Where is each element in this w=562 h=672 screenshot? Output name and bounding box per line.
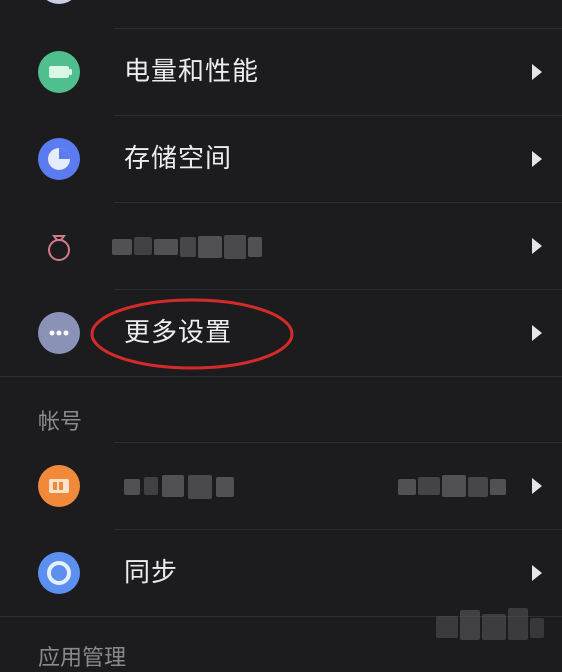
chevron-right-icon — [532, 238, 542, 254]
storage-pie-icon — [38, 138, 80, 180]
chevron-right-icon — [532, 565, 542, 581]
chevron-right-icon — [532, 478, 542, 494]
partial-icon — [38, 0, 80, 4]
battery-icon — [38, 51, 80, 93]
settings-item-account[interactable] — [0, 443, 562, 529]
settings-item-more[interactable]: 更多设置 — [0, 290, 562, 376]
chevron-right-icon — [532, 64, 542, 80]
settings-item-battery[interactable]: 电量和性能 — [0, 29, 562, 115]
settings-item-storage[interactable]: 存储空间 — [0, 116, 562, 202]
redacted-label — [112, 233, 262, 261]
divider — [0, 376, 562, 377]
section-header-account: 帐号 — [38, 410, 83, 435]
account-card-glyph — [49, 479, 69, 493]
storage-label: 存储空间 — [124, 144, 233, 174]
more-dots-glyph — [49, 330, 69, 336]
watermark — [436, 606, 546, 651]
settings-item-redacted[interactable] — [0, 203, 562, 289]
sync-label: 同步 — [124, 558, 179, 588]
more-dots-icon — [38, 312, 80, 354]
highlight-circle-annotation — [90, 298, 294, 370]
sync-icon — [38, 552, 80, 594]
redacted-account-value — [398, 473, 508, 501]
ring-icon — [48, 235, 70, 261]
settings-item-sync[interactable]: 同步 — [0, 530, 562, 616]
chevron-right-icon — [532, 325, 542, 341]
chevron-right-icon — [532, 151, 542, 167]
battery-label: 电量和性能 — [124, 57, 260, 87]
account-card-icon — [38, 465, 80, 507]
top-partial-row[interactable] — [0, 0, 562, 26]
battery-icon-glyph — [49, 66, 72, 78]
redacted-account-name — [124, 473, 236, 501]
sync-glyph — [47, 561, 71, 585]
storage-pie-glyph — [48, 148, 70, 170]
section-header-app-management: 应用管理 — [38, 646, 127, 671]
